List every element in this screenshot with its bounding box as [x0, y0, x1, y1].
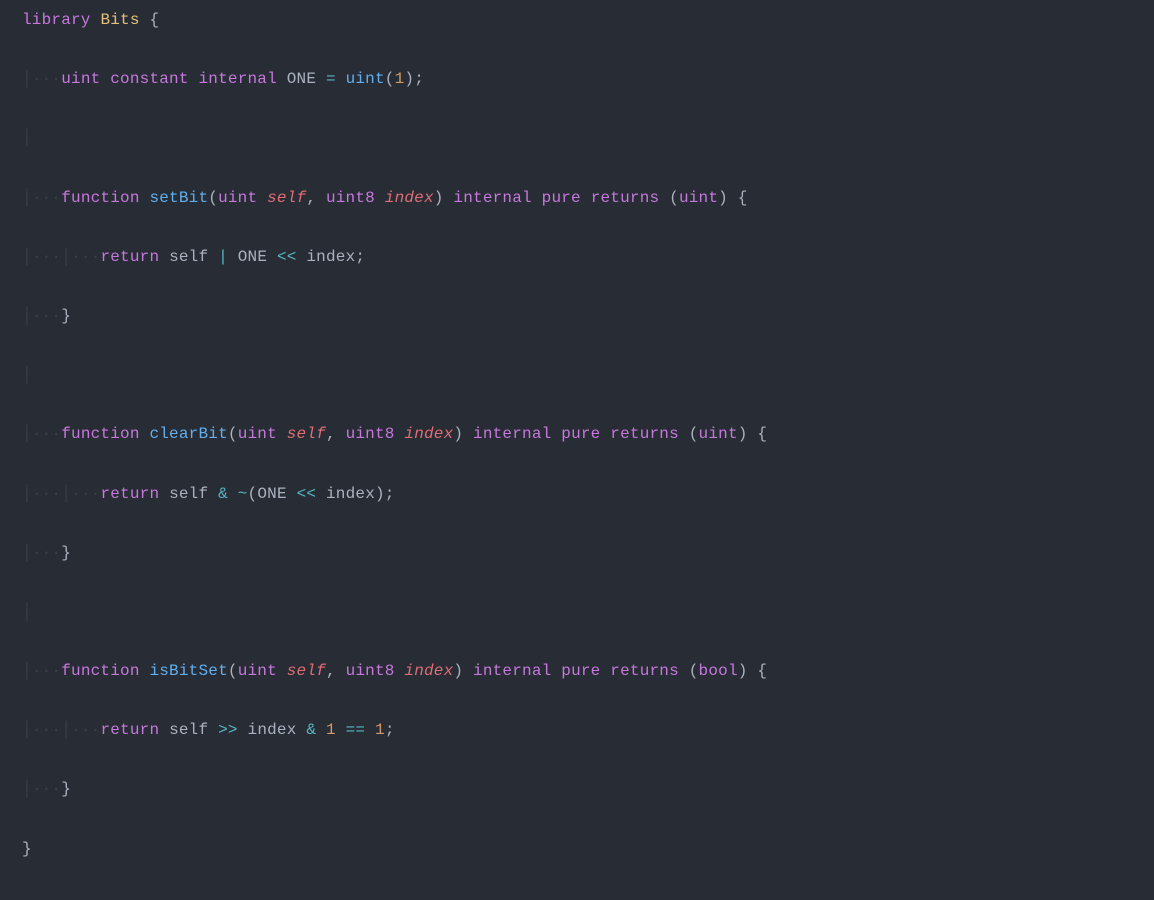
indent-guide: │: [22, 129, 32, 147]
indent-guide: │: [22, 544, 32, 562]
fn-name: clearBit: [149, 425, 227, 443]
code-line: library Bits {: [22, 6, 1132, 36]
code-line: │···}: [22, 539, 1132, 569]
code-line: │: [22, 124, 1132, 154]
indent-guide: │: [22, 780, 32, 798]
indent-guide: │: [22, 248, 32, 266]
indent-guide: │: [22, 425, 32, 443]
code-line: │···│···return self | ONE << index;: [22, 243, 1132, 273]
const-name: ONE: [287, 70, 316, 88]
code-editor[interactable]: library Bits { │···uint constant interna…: [0, 0, 1154, 900]
fn-name: isBitSet: [149, 662, 227, 680]
code-line: │: [22, 361, 1132, 391]
indent-guide: │: [22, 603, 32, 621]
code-line: }: [22, 835, 1132, 865]
code-line: │···function clearBit(uint self, uint8 i…: [22, 420, 1132, 450]
indent-guide: │: [22, 70, 32, 88]
library-name: Bits: [100, 11, 139, 29]
code-line: │···function isBitSet(uint self, uint8 i…: [22, 657, 1132, 687]
fn-name: setBit: [149, 189, 208, 207]
indent-guide: │: [22, 662, 32, 680]
indent-guide: │: [22, 307, 32, 325]
code-line: │···│···return self & ~(ONE << index);: [22, 480, 1132, 510]
code-line: │···uint constant internal ONE = uint(1)…: [22, 65, 1132, 95]
code-line: │···│···return self >> index & 1 == 1;: [22, 716, 1132, 746]
code-line: │: [22, 598, 1132, 628]
type-uint: uint: [61, 70, 100, 88]
indent-guide: │: [22, 721, 32, 739]
indent-guide: │: [22, 485, 32, 503]
indent-guide: │: [22, 366, 32, 384]
code-line: │···function setBit(uint self, uint8 ind…: [22, 184, 1132, 214]
indent-guide: │: [22, 189, 32, 207]
code-line: │···}: [22, 302, 1132, 332]
code-line: │···}: [22, 775, 1132, 805]
keyword-library: library: [22, 11, 91, 29]
